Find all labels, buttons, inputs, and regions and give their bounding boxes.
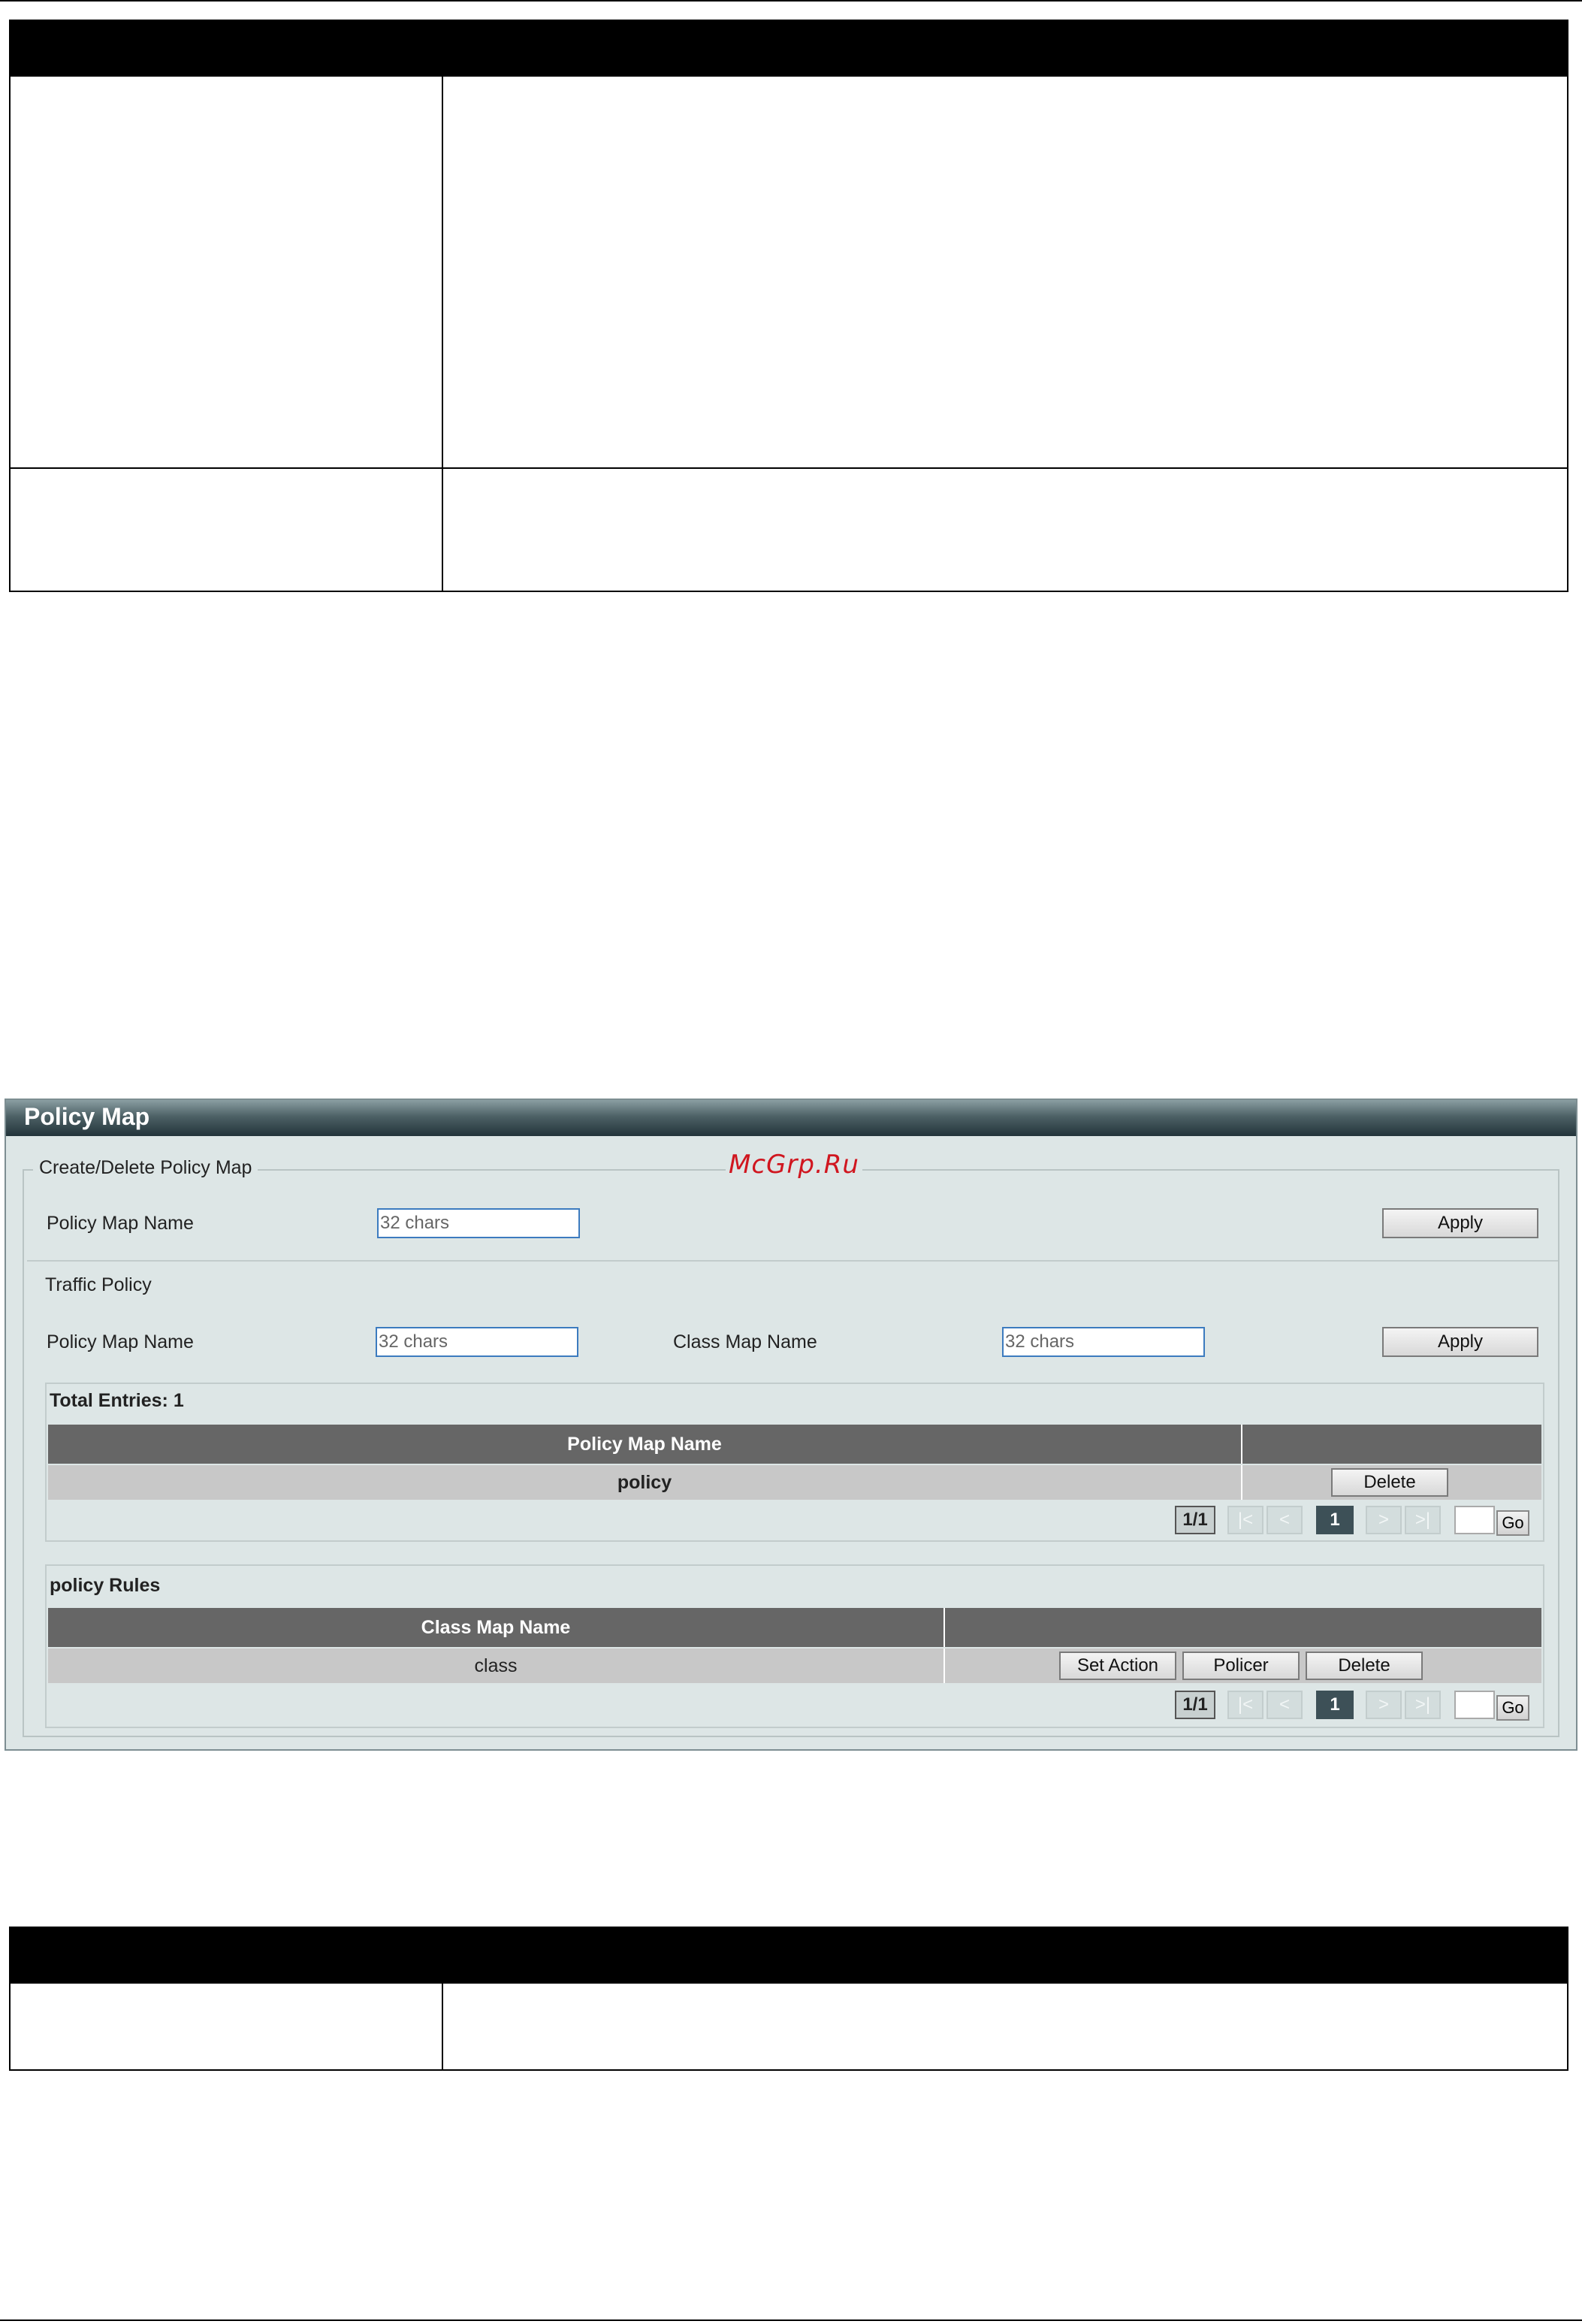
top-rule xyxy=(0,0,1582,2)
description-cell xyxy=(443,77,1567,467)
go-button[interactable]: Go xyxy=(1496,1510,1529,1536)
delete-policy-button[interactable]: Delete xyxy=(1331,1468,1448,1497)
column-header-policy-map-name: Policy Map Name xyxy=(48,1425,1242,1464)
traffic-policy-map-name-label: Policy Map Name xyxy=(47,1331,194,1352)
parameter-table-top xyxy=(9,20,1568,592)
watermark: McGrp.Ru xyxy=(726,1150,862,1180)
divider xyxy=(27,1260,1558,1262)
parameter-table-header xyxy=(11,1928,1567,1982)
last-page-button[interactable]: >| xyxy=(1405,1506,1441,1534)
create-delete-legend: Create/Delete Policy Map xyxy=(33,1157,258,1179)
first-page-button[interactable]: |< xyxy=(1227,1506,1263,1534)
traffic-policy-heading: Traffic Policy xyxy=(45,1274,152,1295)
prev-page-button[interactable]: < xyxy=(1267,1506,1303,1534)
policy-map-name-label: Policy Map Name xyxy=(47,1213,194,1234)
class-map-name-label: Class Map Name xyxy=(673,1331,817,1352)
class-map-name-input[interactable] xyxy=(1002,1327,1205,1357)
parameter-cell xyxy=(11,1984,443,2069)
column-header-class-map-name: Class Map Name xyxy=(48,1608,945,1647)
parameter-table-row xyxy=(11,1982,1567,2069)
go-button[interactable]: Go xyxy=(1496,1695,1529,1721)
current-page[interactable]: 1 xyxy=(1316,1691,1354,1719)
parameter-cell xyxy=(11,469,443,591)
parameter-table-row xyxy=(11,467,1567,591)
policer-button[interactable]: Policer xyxy=(1182,1652,1300,1680)
traffic-policy-map-name-input[interactable] xyxy=(376,1327,578,1357)
first-page-button[interactable]: |< xyxy=(1227,1691,1263,1719)
traffic-policy-apply-button[interactable]: Apply xyxy=(1382,1327,1538,1357)
total-entries: Total Entries: 1 xyxy=(50,1390,184,1411)
description-cell xyxy=(443,469,1567,591)
page-number-input[interactable] xyxy=(1454,1506,1495,1534)
policy-table-header: Policy Map Name xyxy=(48,1425,1541,1464)
set-action-button[interactable]: Set Action xyxy=(1059,1652,1176,1680)
next-page-button[interactable]: > xyxy=(1366,1506,1402,1534)
policy-name-cell: policy xyxy=(48,1465,1242,1500)
apply-button[interactable]: Apply xyxy=(1382,1208,1538,1238)
prev-page-button[interactable]: < xyxy=(1267,1691,1303,1719)
panel-title: Policy Map xyxy=(6,1100,1576,1136)
rules-table-header: Class Map Name xyxy=(48,1608,1541,1647)
policy-map-panel: Policy Map Create/Delete Policy Map McGr… xyxy=(5,1099,1577,1751)
parameter-table-bottom xyxy=(9,1927,1568,2071)
page-number-input[interactable] xyxy=(1454,1691,1495,1719)
last-page-button[interactable]: >| xyxy=(1405,1691,1441,1719)
bottom-rule xyxy=(0,2319,1582,2321)
parameter-table-header xyxy=(11,21,1567,75)
class-name-cell: class xyxy=(48,1649,945,1683)
description-cell xyxy=(443,1984,1567,2069)
page-count: 1/1 xyxy=(1175,1691,1215,1719)
delete-rule-button[interactable]: Delete xyxy=(1306,1652,1423,1680)
column-header-actions xyxy=(945,1608,1541,1647)
column-header-action xyxy=(1242,1425,1541,1464)
policy-rules-heading: policy Rules xyxy=(50,1575,161,1596)
page-count: 1/1 xyxy=(1175,1506,1215,1534)
next-page-button[interactable]: > xyxy=(1366,1691,1402,1719)
policy-map-name-input[interactable] xyxy=(377,1208,580,1238)
table-row[interactable]: policy xyxy=(48,1465,1541,1500)
current-page[interactable]: 1 xyxy=(1316,1506,1354,1534)
parameter-cell xyxy=(11,77,443,467)
parameter-table-row xyxy=(11,75,1567,467)
